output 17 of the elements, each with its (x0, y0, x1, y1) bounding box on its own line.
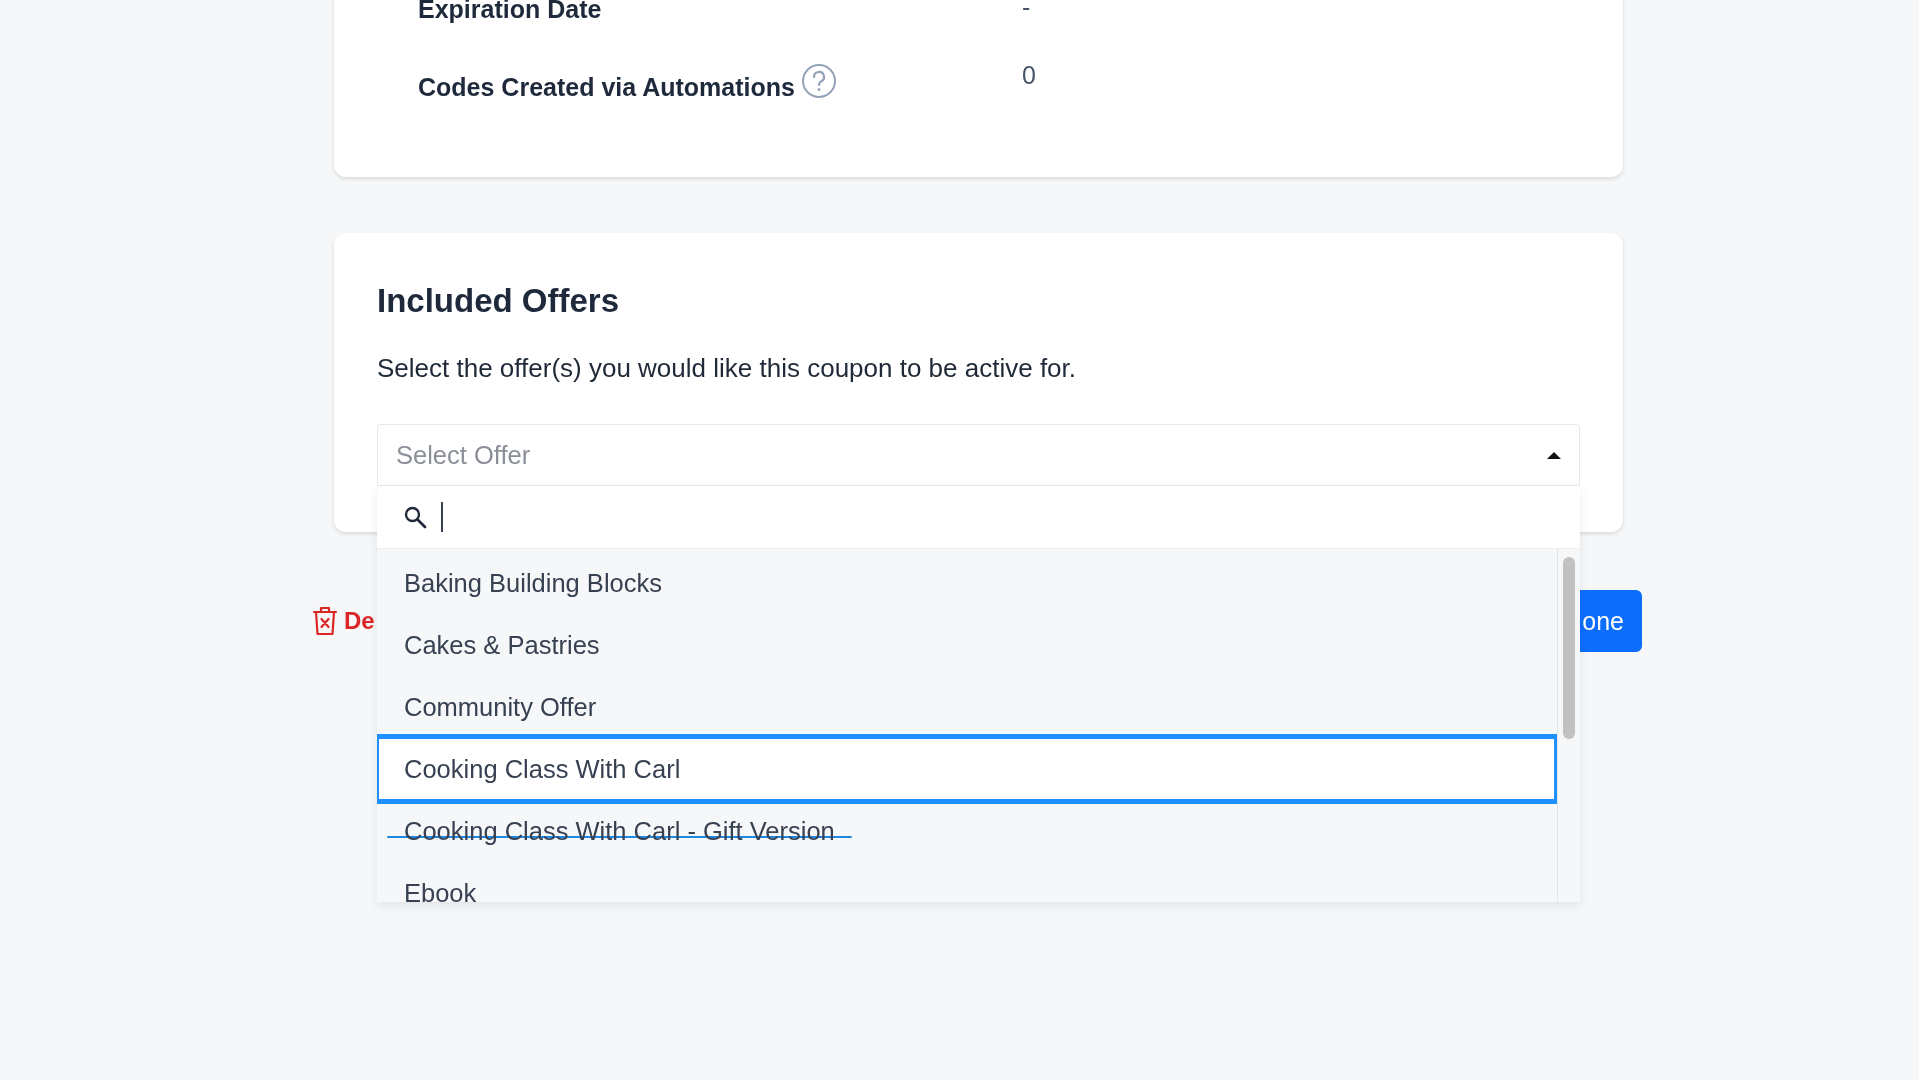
offer-option[interactable]: Community Offer (404, 692, 597, 722)
section-description: Select the offer(s) you would like this coupon to be active for. (377, 353, 1078, 384)
delete-button[interactable]: De (312, 606, 375, 636)
offer-option[interactable]: Cakes & Pastries (404, 630, 600, 660)
section-title: Included Offers (377, 282, 621, 320)
field-label: Expiration Date (418, 0, 602, 24)
offer-option[interactable]: Ebook (404, 878, 477, 902)
text-cursor (441, 502, 443, 532)
field-value: 0 (1022, 61, 1037, 91)
field-label: Codes Created via Automations (418, 73, 795, 102)
offer-option[interactable]: Baking Building Blocks (404, 568, 662, 598)
help-icon[interactable] (800, 62, 837, 99)
search-icon (403, 505, 427, 529)
trash-icon (312, 606, 338, 636)
field-value: - (1022, 0, 1032, 23)
offer-option[interactable]: Cooking Class With Carl (404, 754, 681, 784)
scrollbar-thumb[interactable] (1563, 557, 1575, 739)
